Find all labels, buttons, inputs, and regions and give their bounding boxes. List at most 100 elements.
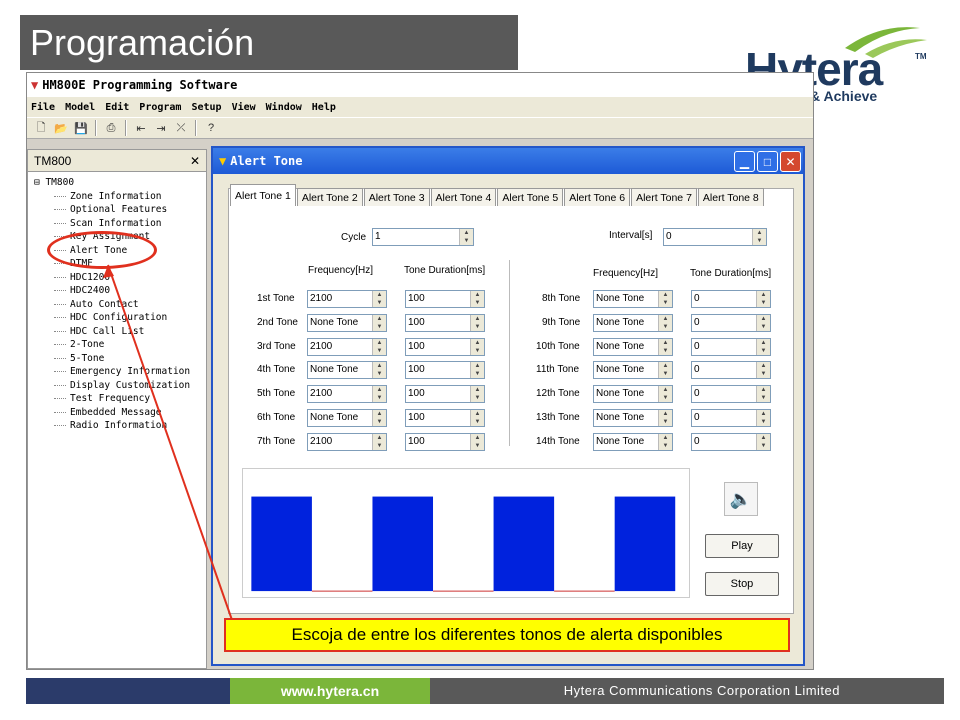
tone-frequency-spinner[interactable]: None Tone ▲ ▼ [593,432,673,451]
tone-frequency-spinner[interactable]: None Tone ▲ ▼ [593,290,673,308]
interval-spinner[interactable]: 0 ▲ ▼ [663,228,767,246]
tab-alert-tone-4[interactable]: Alert Tone 4 [430,188,497,206]
spinner-arrows-icon[interactable]: ▲ ▼ [756,338,770,355]
tab-alert-tone-8[interactable]: Alert Tone 8 [697,188,764,206]
print-icon[interactable]: ⎙ [103,120,119,136]
spinner-arrows-icon[interactable]: ▲ ▼ [372,338,386,355]
tone-duration-spinner[interactable]: 100 ▲ ▼ [405,432,485,451]
menu-item-window[interactable]: Window [266,102,302,113]
menu-item-view[interactable]: View [232,102,256,113]
spinner-arrows-icon[interactable]: ▲ ▼ [756,362,770,379]
tone-frequency-spinner[interactable]: None Tone ▲ ▼ [593,385,673,404]
tone-duration-spinner[interactable]: 0 ▲ ▼ [691,432,771,451]
tone-frequency-spinner[interactable]: 2100 ▲ ▼ [307,290,387,308]
tree-item-radio-information[interactable]: Radio Information [34,419,206,433]
tab-alert-tone-6[interactable]: Alert Tone 6 [564,188,631,206]
tone-frequency-spinner[interactable]: None Tone ▲ ▼ [593,337,673,356]
menu-item-help[interactable]: Help [312,102,336,113]
tone-duration-spinner[interactable]: 100 ▲ ▼ [405,409,485,427]
tree-item-optional-features[interactable]: Optional Features [34,203,206,217]
tree-item-auto-contact[interactable]: Auto Contact [34,298,206,312]
tone-frequency-spinner[interactable]: None Tone ▲ ▼ [593,409,673,427]
spinner-arrows-icon[interactable]: ▲ ▼ [372,410,386,426]
tab-alert-tone-5[interactable]: Alert Tone 5 [497,188,564,206]
spinner-arrows-icon[interactable]: ▲ ▼ [470,386,484,403]
spinner-arrows-icon[interactable]: ▲ ▼ [372,433,386,450]
spinner-arrows-icon[interactable]: ▲ ▼ [658,338,672,355]
close-icon[interactable]: ✕ [780,151,801,172]
tree-item-emergency-information[interactable]: Emergency Information [34,365,206,379]
tone-duration-spinner[interactable]: 0 ▲ ▼ [691,409,771,427]
new-file-icon[interactable]: 🗋 [33,120,49,136]
spinner-arrows-icon[interactable]: ▲ ▼ [470,433,484,450]
spinner-arrows-icon[interactable]: ▲ ▼ [756,433,770,450]
open-folder-icon[interactable]: 📂 [53,120,69,136]
tone-duration-spinner[interactable]: 100 ▲ ▼ [405,337,485,356]
spinner-arrows-icon[interactable]: ▲ ▼ [470,362,484,379]
spinner-arrows-icon[interactable]: ▲ ▼ [470,314,484,331]
disconnect-icon[interactable]: ⤫ [173,120,189,136]
tone-duration-spinner[interactable]: 100 ▲ ▼ [405,290,485,308]
tree-item-embedded-message[interactable]: Embedded Message [34,406,206,420]
tree-item-display-customization[interactable]: Display Customization [34,379,206,393]
spinner-arrows-icon[interactable]: ▲ ▼ [756,386,770,403]
menu-item-model[interactable]: Model [65,102,95,113]
spinner-arrows-icon[interactable]: ▲ ▼ [459,229,473,245]
tree-item-5-tone[interactable]: 5-Tone [34,352,206,366]
tone-duration-spinner[interactable]: 0 ▲ ▼ [691,361,771,380]
help-icon[interactable]: ? [203,120,219,136]
spinner-arrows-icon[interactable]: ▲ ▼ [372,291,386,307]
tone-frequency-spinner[interactable]: 2100 ▲ ▼ [307,432,387,451]
spinner-arrows-icon[interactable]: ▲ ▼ [756,410,770,426]
tab-alert-tone-3[interactable]: Alert Tone 3 [363,188,430,206]
tone-frequency-spinner[interactable]: None Tone ▲ ▼ [307,409,387,427]
read-radio-icon[interactable]: ⇤ [133,120,149,136]
tree-item-hdc-call-list[interactable]: HDC Call List [34,325,206,339]
tone-duration-spinner[interactable]: 100 ▲ ▼ [405,361,485,380]
tree-root[interactable]: ⊟ TM800 [34,176,206,190]
tree-item-2-tone[interactable]: 2-Tone [34,338,206,352]
save-icon[interactable]: 💾 [73,120,89,136]
tree-item-hdc-configuration[interactable]: HDC Configuration [34,311,206,325]
tone-frequency-spinner[interactable]: None Tone ▲ ▼ [307,313,387,332]
cycle-spinner[interactable]: 1 ▲ ▼ [372,228,474,246]
spinner-arrows-icon[interactable]: ▲ ▼ [372,386,386,403]
tree-item-scan-information[interactable]: Scan Information [34,217,206,231]
tone-duration-spinner[interactable]: 100 ▲ ▼ [405,385,485,404]
tone-duration-spinner[interactable]: 0 ▲ ▼ [691,290,771,308]
spinner-arrows-icon[interactable]: ▲ ▼ [372,362,386,379]
spinner-arrows-icon[interactable]: ▲ ▼ [752,229,766,245]
spinner-arrows-icon[interactable]: ▲ ▼ [756,291,770,307]
menu-item-edit[interactable]: Edit [105,102,129,113]
spinner-arrows-icon[interactable]: ▲ ▼ [658,386,672,403]
maximize-icon[interactable]: □ [757,151,778,172]
spinner-arrows-icon[interactable]: ▲ ▼ [658,291,672,307]
tab-alert-tone-1[interactable]: Alert Tone 1 [230,184,296,206]
tree-item-hdc1200[interactable]: HDC1200 [34,271,206,285]
tab-alert-tone-2[interactable]: Alert Tone 2 [296,188,363,206]
menu-item-program[interactable]: Program [139,102,181,113]
tone-frequency-spinner[interactable]: None Tone ▲ ▼ [307,361,387,380]
minimize-icon[interactable]: ▁ [734,151,755,172]
tone-duration-spinner[interactable]: 0 ▲ ▼ [691,385,771,404]
spinner-arrows-icon[interactable]: ▲ ▼ [372,314,386,331]
spinner-arrows-icon[interactable]: ▲ ▼ [470,338,484,355]
tone-frequency-spinner[interactable]: 2100 ▲ ▼ [307,337,387,356]
tone-frequency-spinner[interactable]: 2100 ▲ ▼ [307,385,387,404]
stop-button[interactable]: Stop [705,572,779,596]
spinner-arrows-icon[interactable]: ▲ ▼ [470,291,484,307]
tree-item-hdc2400[interactable]: HDC2400 [34,284,206,298]
play-button[interactable]: Play [705,534,779,558]
spinner-arrows-icon[interactable]: ▲ ▼ [658,362,672,379]
close-icon[interactable]: ✕ [190,154,200,168]
write-radio-icon[interactable]: ⇥ [153,120,169,136]
spinner-arrows-icon[interactable]: ▲ ▼ [470,410,484,426]
tone-duration-spinner[interactable]: 0 ▲ ▼ [691,337,771,356]
tree-item-zone-information[interactable]: Zone Information [34,190,206,204]
spinner-arrows-icon[interactable]: ▲ ▼ [658,314,672,331]
tone-frequency-spinner[interactable]: None Tone ▲ ▼ [593,313,673,332]
tab-alert-tone-7[interactable]: Alert Tone 7 [631,188,697,206]
tree-item-test-frequency[interactable]: Test Frequency [34,392,206,406]
tone-duration-spinner[interactable]: 100 ▲ ▼ [405,313,485,332]
tone-duration-spinner[interactable]: 0 ▲ ▼ [691,313,771,332]
